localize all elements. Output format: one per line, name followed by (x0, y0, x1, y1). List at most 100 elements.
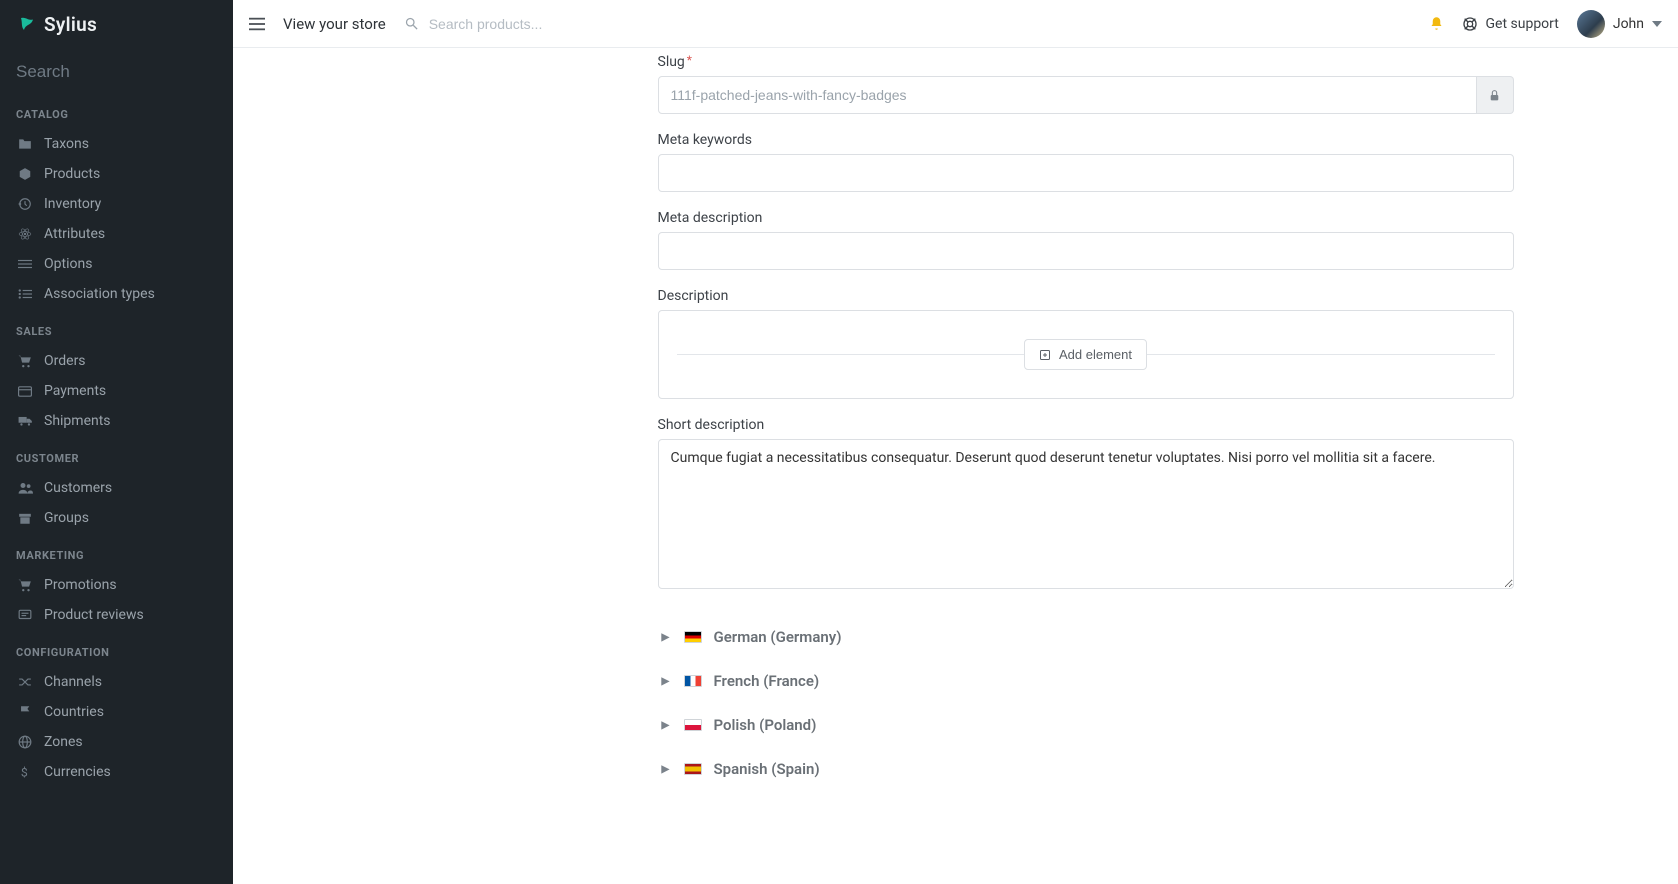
sidebar-item-label: Product reviews (44, 607, 144, 623)
sidebar-item-label: Groups (44, 510, 89, 526)
search-icon (404, 16, 419, 31)
payments-icon (16, 386, 34, 397)
topbar: View your store Get support John (233, 0, 1678, 48)
nav-section-title: MARKETING (0, 533, 233, 570)
sidebar-item-channels[interactable]: Channels (0, 667, 233, 697)
language-label: Polish (Poland) (714, 716, 817, 734)
menu-toggle-icon[interactable] (249, 17, 265, 31)
sidebar-item-taxons[interactable]: Taxons (0, 129, 233, 159)
get-support-link[interactable]: Get support (1462, 16, 1559, 32)
review-icon (16, 609, 34, 621)
lock-icon (1488, 88, 1501, 103)
meta-description-input[interactable] (658, 232, 1514, 270)
flag-icon (684, 763, 702, 775)
sidebar-item-orders[interactable]: Orders (0, 346, 233, 376)
globe-icon (16, 735, 34, 749)
sidebar-item-options[interactable]: Options (0, 249, 233, 279)
top-search-input[interactable] (429, 16, 649, 32)
sidebar-item-products[interactable]: Products (0, 159, 233, 189)
sidebar-item-label: Payments (44, 383, 106, 399)
history-icon (16, 197, 34, 211)
sidebar-search-input[interactable] (16, 62, 237, 82)
brand-logo[interactable]: Sylius (0, 0, 233, 48)
cart-icon (16, 355, 34, 368)
list-icon (16, 288, 34, 300)
language-label: German (Germany) (714, 628, 842, 646)
sidebar-item-promotions[interactable]: Promotions (0, 570, 233, 600)
support-label: Get support (1486, 16, 1559, 32)
sidebar-item-label: Products (44, 166, 100, 182)
user-name: John (1613, 16, 1644, 32)
life-ring-icon (1462, 16, 1478, 32)
sidebar-item-label: Channels (44, 674, 102, 690)
nav-section-title: CATALOG (0, 92, 233, 129)
divider (1147, 354, 1495, 355)
add-element-button[interactable]: Add element (1024, 339, 1147, 370)
sidebar-item-label: Countries (44, 704, 104, 720)
sidebar-item-currencies[interactable]: $ Currencies (0, 757, 233, 787)
sidebar-item-association-types[interactable]: Association types (0, 279, 233, 309)
sidebar-item-label: Shipments (44, 413, 111, 429)
slug-lock-button[interactable] (1477, 76, 1513, 114)
sidebar-item-attributes[interactable]: Attributes (0, 219, 233, 249)
atom-icon (16, 227, 34, 241)
caret-right-icon: ▶ (662, 720, 672, 731)
nav-section-title: CUSTOMER (0, 436, 233, 473)
chevron-down-icon (1652, 21, 1662, 27)
folder-icon (16, 138, 34, 150)
slug-field: Slug* (658, 54, 1514, 114)
description-field: Description Add element (658, 288, 1514, 399)
caret-right-icon: ▶ (662, 764, 672, 775)
sidebar-item-countries[interactable]: Countries (0, 697, 233, 727)
sidebar-search[interactable] (0, 48, 233, 92)
description-label: Description (658, 288, 1514, 304)
sidebar-item-groups[interactable]: Groups (0, 503, 233, 533)
sidebar-item-payments[interactable]: Payments (0, 376, 233, 406)
sidebar-item-label: Promotions (44, 577, 117, 593)
slug-input (658, 76, 1478, 114)
sidebar-item-label: Taxons (44, 136, 89, 152)
notifications-icon[interactable] (1429, 15, 1444, 32)
sidebar-item-label: Orders (44, 353, 86, 369)
sliders-icon (16, 258, 34, 270)
sidebar-item-product-reviews[interactable]: Product reviews (0, 600, 233, 630)
sidebar-item-label: Options (44, 256, 92, 272)
short-description-label: Short description (658, 417, 1514, 433)
short-description-textarea[interactable] (658, 439, 1514, 589)
sylius-logo-icon (18, 15, 36, 33)
meta-description-field: Meta description (658, 210, 1514, 270)
sidebar-item-customers[interactable]: Customers (0, 473, 233, 503)
divider (677, 354, 1025, 355)
view-store-link[interactable]: View your store (283, 15, 386, 33)
avatar (1577, 10, 1605, 38)
add-element-label: Add element (1059, 347, 1132, 362)
short-description-field: Short description (658, 417, 1514, 593)
language-label: Spanish (Spain) (714, 760, 820, 778)
plus-square-icon (1039, 349, 1051, 361)
flag-icon (684, 675, 702, 687)
caret-right-icon: ▶ (662, 632, 672, 643)
archive-icon (16, 512, 34, 525)
description-editor[interactable]: Add element (658, 310, 1514, 399)
language-accordion-german[interactable]: ▶ German (Germany) (658, 615, 1514, 659)
language-accordion-spanish[interactable]: ▶ Spanish (Spain) (658, 747, 1514, 791)
sidebar-item-label: Zones (44, 734, 83, 750)
truck-icon (16, 415, 34, 427)
nav-section-title: CONFIGURATION (0, 630, 233, 667)
meta-keywords-label: Meta keywords (658, 132, 1514, 148)
sidebar-item-label: Inventory (44, 196, 101, 212)
language-accordion-polish[interactable]: ▶ Polish (Poland) (658, 703, 1514, 747)
language-accordion-french[interactable]: ▶French (France) (658, 659, 1514, 703)
user-menu[interactable]: John (1577, 10, 1662, 38)
meta-keywords-input[interactable] (658, 154, 1514, 192)
cube-icon (16, 167, 34, 181)
sidebar-item-inventory[interactable]: Inventory (0, 189, 233, 219)
sidebar-item-zones[interactable]: Zones (0, 727, 233, 757)
top-search[interactable] (404, 16, 649, 32)
sidebar-item-label: Currencies (44, 764, 111, 780)
dollar-icon: $ (16, 765, 34, 780)
flag-icon (684, 719, 702, 731)
sidebar-item-shipments[interactable]: Shipments (0, 406, 233, 436)
meta-keywords-field: Meta keywords (658, 132, 1514, 192)
sidebar-item-label: Association types (44, 286, 155, 302)
